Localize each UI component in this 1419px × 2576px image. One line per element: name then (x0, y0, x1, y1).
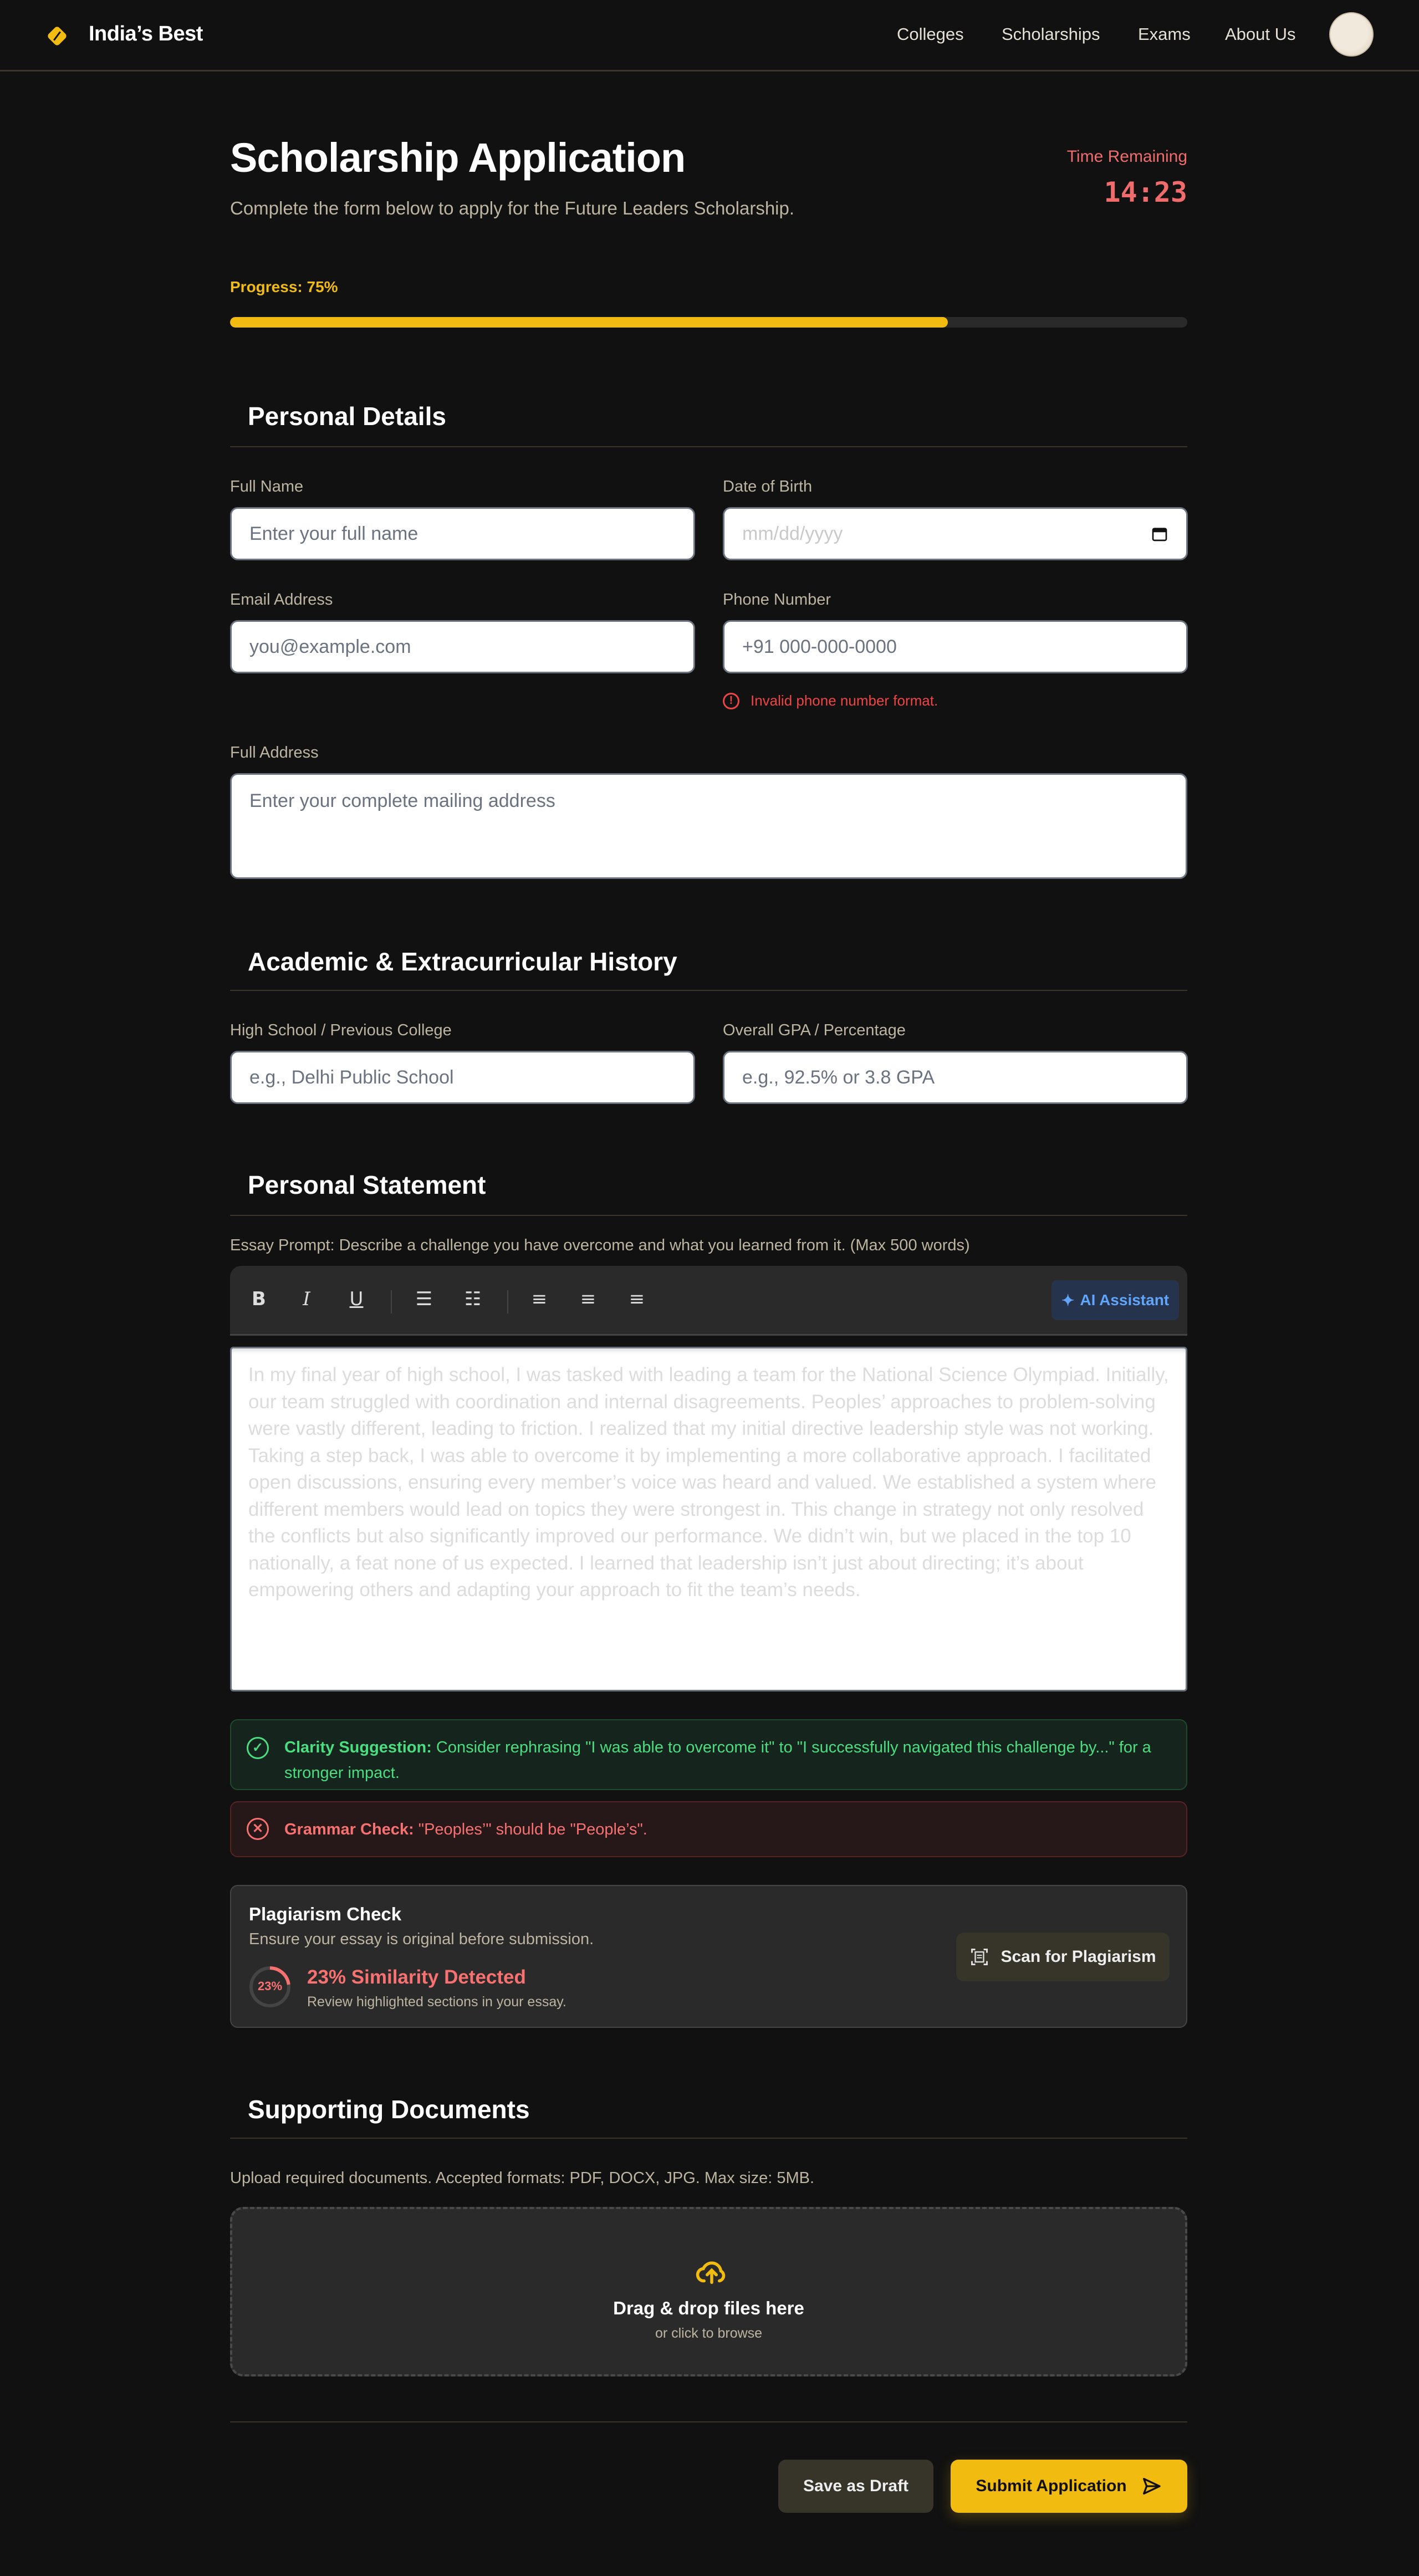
section-heading-statement: Personal Statement (248, 1171, 486, 1199)
dropzone-subtitle: or click to browse (655, 2325, 763, 2341)
phone-label: Phone Number (723, 591, 831, 609)
clarity-title: Clarity Suggestion: (284, 1739, 432, 1756)
progress-label: Progress: 75% (230, 278, 338, 295)
full-name-label: Full Name (230, 478, 304, 495)
submit-application-button[interactable]: Submit Application (951, 2460, 1187, 2513)
email-input[interactable]: you@example.com (230, 620, 695, 673)
nav-about-us[interactable]: About Us (1225, 24, 1296, 44)
italic-button[interactable]: I (295, 1288, 318, 1310)
underline-button[interactable]: U (345, 1288, 367, 1310)
ai-assistant-button[interactable]: ✦ AI Assistant (1052, 1280, 1179, 1320)
phone-error-text: Invalid phone number format. (751, 692, 938, 709)
avatar[interactable] (1329, 12, 1374, 57)
align-center-icon[interactable]: ≡ (577, 1288, 599, 1310)
upload-description: Upload required documents. Accepted form… (230, 2169, 815, 2187)
plagiarism-card: Plagiarism Check Ensure your essay is or… (230, 1885, 1187, 2028)
document-scan-icon (971, 1949, 988, 1965)
check-circle-icon: ✓ (247, 1737, 269, 1759)
section-divider (230, 990, 1187, 991)
page-title: Scholarship Application (230, 135, 686, 181)
phone-error: ! Invalid phone number format. (723, 692, 938, 709)
logo-icon (48, 27, 67, 45)
address-textarea[interactable]: Enter your complete mailing address (230, 773, 1187, 879)
dob-input[interactable]: mm/dd/yyyy (723, 507, 1188, 560)
sparkle-icon: ✦ (1061, 1291, 1075, 1309)
alert-circle-icon: ! (723, 692, 739, 709)
plagiarism-title: Plagiarism Check (249, 1904, 402, 1924)
time-remaining-label: Time Remaining (1066, 147, 1187, 166)
clarity-suggestion: ✓ Clarity Suggestion: Consider rephrasin… (230, 1719, 1187, 1790)
plagiarism-subtitle: Ensure your essay is original before sub… (249, 1930, 594, 1948)
school-placeholder: e.g., Delhi Public School (249, 1066, 454, 1088)
section-divider (230, 446, 1187, 447)
bold-button[interactable]: B (248, 1288, 270, 1310)
scan-plagiarism-label: Scan for Plagiarism (1001, 1948, 1156, 1966)
similarity-hint: Review highlighted sections in your essa… (307, 1994, 566, 2010)
numbered-list-icon[interactable]: ☷ (462, 1288, 484, 1310)
footer-divider (230, 2421, 1187, 2422)
phone-placeholder: +91 000-000-0000 (742, 636, 897, 657)
x-circle-icon: ✕ (247, 1818, 269, 1840)
email-label: Email Address (230, 591, 333, 609)
align-right-icon[interactable]: ≡ (626, 1288, 648, 1310)
nav-exams[interactable]: Exams (1138, 24, 1191, 44)
email-placeholder: you@example.com (249, 636, 411, 657)
address-placeholder: Enter your complete mailing address (249, 790, 555, 811)
top-nav-bar: India’s Best Colleges Scholarships Exams… (0, 0, 1419, 71)
bullet-list-icon[interactable]: ☰ (413, 1288, 435, 1310)
editor-toolbar: B I U ☰ ☷ ≡ ≡ ≡ ✦ AI Assistant (230, 1266, 1187, 1336)
grammar-text: "Peoples’" should be "People’s". (414, 1821, 647, 1838)
nav-colleges[interactable]: Colleges (897, 24, 964, 44)
dropzone-title: Drag & drop files here (613, 2298, 804, 2318)
progress-bar (230, 317, 1187, 328)
essay-editor[interactable]: In my final year of high school, I was t… (230, 1347, 1187, 1691)
similarity-result: 23% Similarity Detected (307, 1966, 526, 1988)
ai-assistant-label: AI Assistant (1080, 1291, 1170, 1309)
gpa-label: Overall GPA / Percentage (723, 1021, 906, 1039)
section-heading-personal: Personal Details (248, 402, 446, 431)
school-input[interactable]: e.g., Delhi Public School (230, 1051, 695, 1104)
toolbar-divider (507, 1290, 508, 1313)
full-name-input[interactable]: Enter your full name (230, 507, 695, 560)
section-heading-academic: Academic & Extracurricular History (248, 947, 677, 976)
scan-plagiarism-button[interactable]: Scan for Plagiarism (956, 1933, 1170, 1981)
progress-bar-fill (230, 317, 948, 328)
section-divider (230, 1215, 1187, 1216)
page-subtitle: Complete the form below to apply for the… (230, 198, 795, 218)
phone-input[interactable]: +91 000-000-0000 (723, 620, 1188, 673)
full-name-placeholder: Enter your full name (249, 523, 418, 544)
grammar-check: ✕ Grammar Check: "Peoples’" should be "P… (230, 1801, 1187, 1857)
grammar-title: Grammar Check: (284, 1821, 414, 1838)
address-label: Full Address (230, 744, 319, 761)
time-remaining-value: 14:23 (1104, 176, 1187, 208)
dob-placeholder: mm/dd/yyyy (742, 523, 843, 544)
section-divider (230, 2138, 1187, 2139)
submit-label: Submit Application (976, 2477, 1127, 2495)
gpa-input[interactable]: e.g., 92.5% or 3.8 GPA (723, 1051, 1188, 1104)
gpa-placeholder: e.g., 92.5% or 3.8 GPA (742, 1066, 935, 1088)
cloud-upload-icon (696, 2261, 726, 2284)
dob-label: Date of Birth (723, 478, 813, 495)
file-dropzone[interactable]: Drag & drop files here or click to brows… (230, 2207, 1187, 2376)
toolbar-divider (391, 1290, 392, 1313)
essay-prompt: Essay Prompt: Describe a challenge you h… (230, 1236, 970, 1254)
section-heading-documents: Supporting Documents (248, 2095, 530, 2124)
school-label: High School / Previous College (230, 1021, 452, 1039)
similarity-ring-label: 23% (257, 1979, 283, 1993)
calendar-icon[interactable] (1151, 525, 1168, 543)
nav-scholarships[interactable]: Scholarships (1002, 24, 1100, 44)
align-left-icon[interactable]: ≡ (528, 1288, 550, 1310)
save-draft-button[interactable]: Save as Draft (778, 2460, 933, 2513)
send-icon (1142, 2478, 1161, 2495)
brand-name[interactable]: India’s Best (89, 22, 203, 46)
